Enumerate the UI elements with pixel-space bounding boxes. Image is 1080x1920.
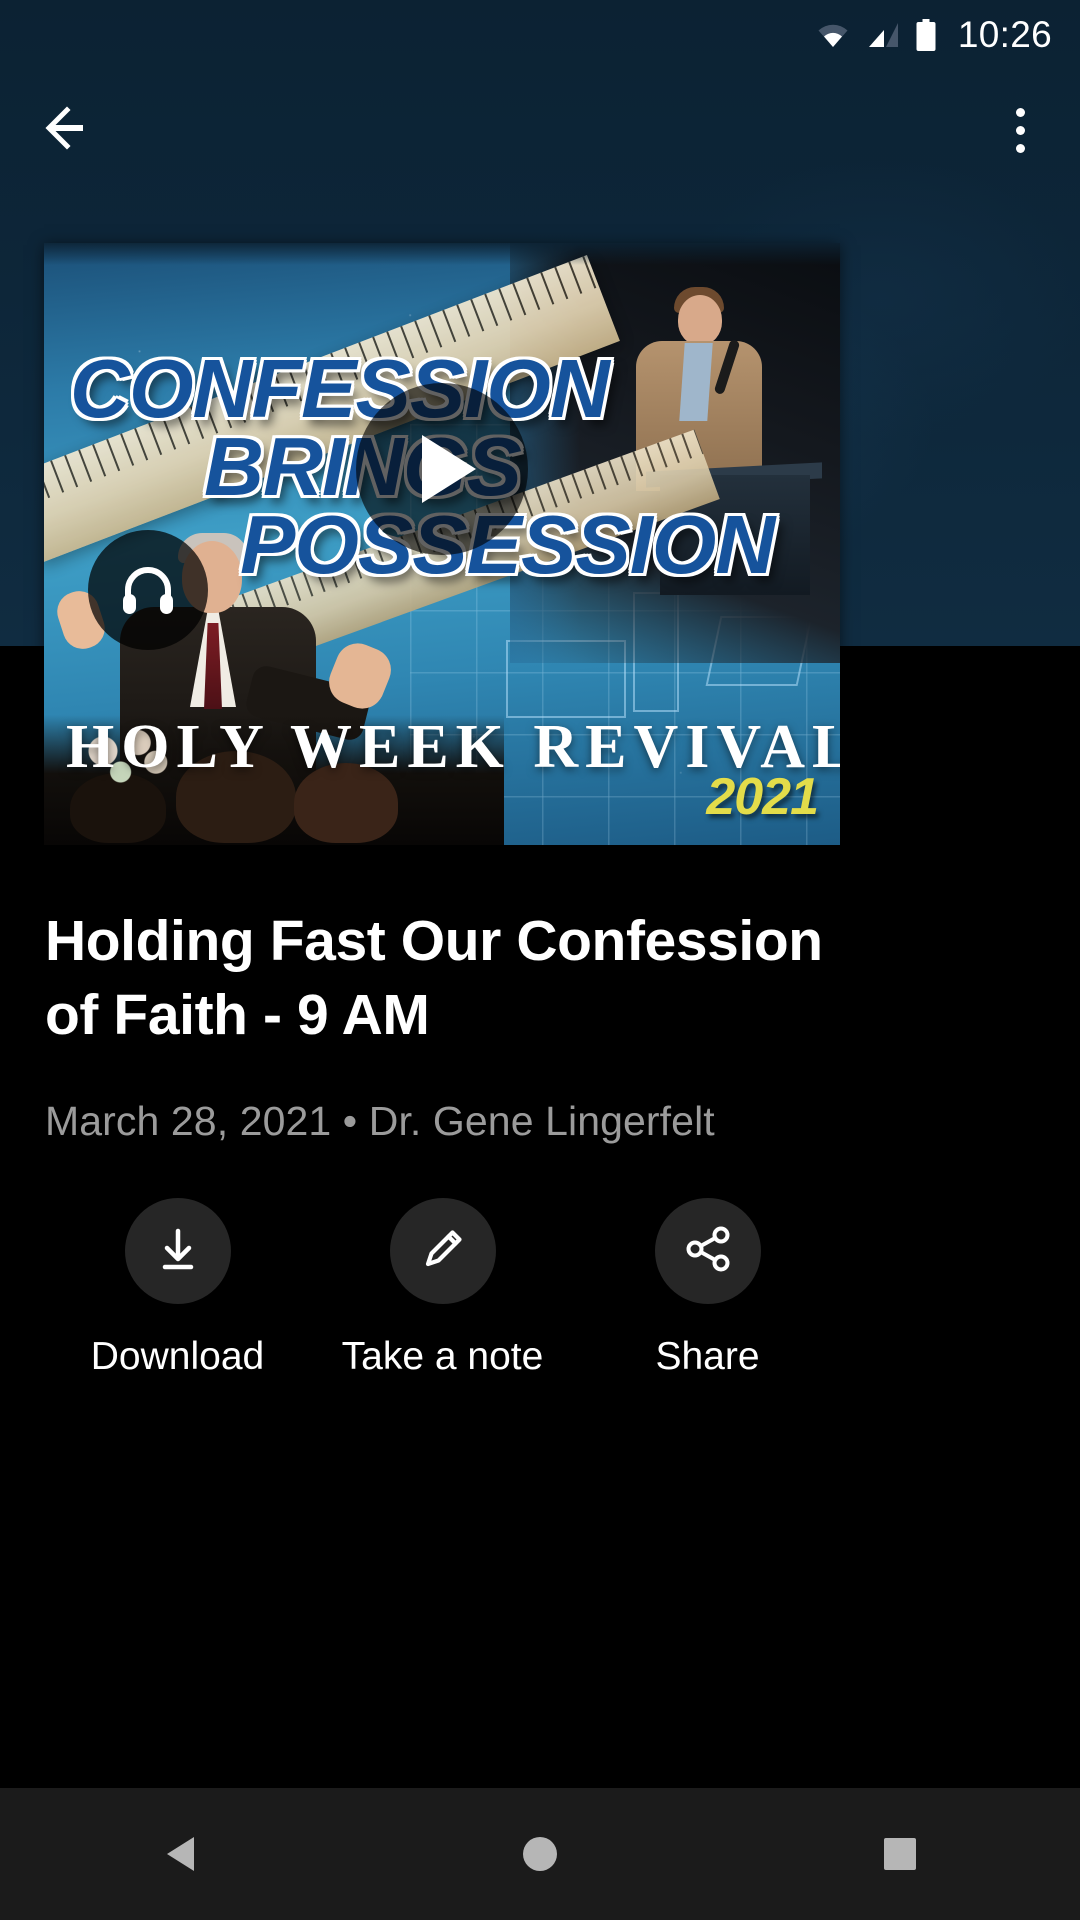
download-button-label: Download [90, 1335, 265, 1378]
share-button-label: Share [655, 1335, 760, 1378]
nav-back-button[interactable] [105, 1788, 255, 1920]
system-navigation-bar [0, 1788, 1080, 1920]
status-bar-clock: 10:26 [957, 14, 1052, 55]
play-icon [422, 435, 476, 503]
nav-home-icon [523, 1837, 557, 1871]
share-icon [680, 1221, 736, 1282]
overflow-menu-icon [1015, 107, 1025, 117]
nav-recents-button[interactable] [825, 1788, 975, 1920]
action-row: Download Take a note Share [45, 1198, 915, 1418]
take-note-button[interactable]: Take a note [310, 1198, 575, 1418]
nav-recents-icon [884, 1838, 916, 1870]
share-button[interactable]: Share [575, 1198, 840, 1418]
video-meta: March 28, 2021 • Dr. Gene Lingerfelt [45, 1098, 715, 1144]
overflow-menu-button[interactable] [990, 96, 1050, 164]
nav-back-icon [166, 1837, 194, 1871]
cell-signal-icon [866, 21, 900, 49]
page-title: Holding Fast Our Confession of Faith - 9… [45, 909, 823, 1047]
back-button[interactable] [38, 102, 100, 158]
thumbnail-year-badge: 2021 [706, 768, 819, 826]
thumbnail-top-fade [44, 243, 840, 265]
overflow-menu-icon [1015, 143, 1025, 153]
overflow-menu-icon [1015, 125, 1025, 135]
headphones-icon [116, 556, 180, 625]
play-button[interactable] [356, 383, 528, 555]
audio-only-button[interactable] [88, 530, 208, 650]
app-bar [0, 70, 1080, 190]
wifi-icon [815, 21, 851, 49]
back-arrow-icon [43, 105, 95, 155]
share-button-circle [654, 1198, 761, 1304]
nav-home-button[interactable] [465, 1788, 615, 1920]
take-note-button-label: Take a note [341, 1335, 544, 1378]
pencil-icon [415, 1221, 471, 1282]
status-bar: 10:26 [0, 0, 1080, 70]
download-icon [150, 1221, 206, 1282]
download-button[interactable]: Download [45, 1198, 310, 1418]
download-button-circle [124, 1198, 231, 1304]
take-note-button-circle [389, 1198, 496, 1304]
battery-icon [915, 18, 937, 52]
